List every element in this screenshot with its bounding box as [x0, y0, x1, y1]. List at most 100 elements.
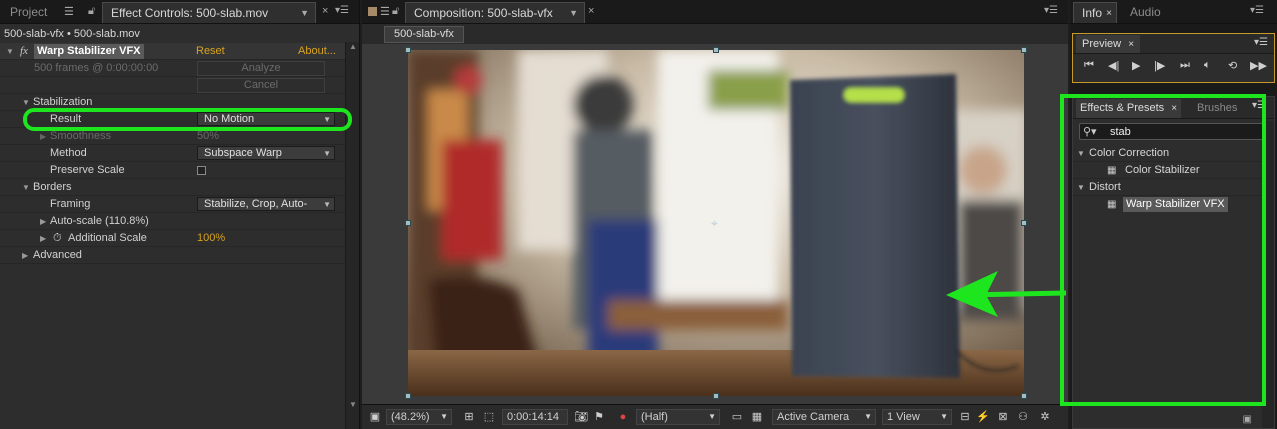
- composition-viewer[interactable]: ⌖: [362, 44, 1068, 404]
- framing-dropdown[interactable]: Stabilize, Crop, Auto- ▼: [197, 197, 335, 211]
- tab-effect-controls[interactable]: Effect Controls: 500-slab.mov ▼: [102, 2, 316, 23]
- collapse-triangle-icon[interactable]: ▼: [6, 43, 14, 60]
- close-icon[interactable]: ×: [1128, 39, 1134, 50]
- method-value: Subspace Warp: [204, 147, 282, 159]
- resolution-value: (Half): [641, 411, 668, 423]
- vertical-scrollbar[interactable]: ▲ ▼: [345, 42, 359, 429]
- about-link[interactable]: About...: [298, 43, 336, 60]
- framing-value: Stabilize, Crop, Auto-: [204, 198, 308, 210]
- transform-handle[interactable]: [405, 393, 411, 399]
- fast-previews-icon[interactable]: ⚡: [976, 410, 990, 424]
- arrow-annotation: [946, 271, 1067, 317]
- exposure-icon[interactable]: ✲: [1038, 410, 1052, 424]
- transform-handle[interactable]: [405, 47, 411, 53]
- ram-preview-icon[interactable]: ▶▶: [1250, 59, 1267, 72]
- scroll-down-icon[interactable]: ▼: [349, 400, 357, 409]
- chevron-down-icon: ▼: [708, 412, 716, 421]
- preserve-scale-label: Preserve Scale: [50, 164, 125, 176]
- current-time-field[interactable]: 0:00:14:14: [502, 409, 568, 425]
- cancel-button[interactable]: Cancel: [197, 78, 325, 93]
- panel-menu-icon[interactable]: ▾☰: [335, 5, 349, 16]
- always-preview-icon[interactable]: ▣: [368, 410, 382, 424]
- preserve-scale-checkbox[interactable]: [197, 166, 206, 175]
- chevron-down-icon: ▼: [864, 412, 872, 421]
- anchor-crosshair-icon[interactable]: ⌖: [711, 216, 718, 231]
- lock-icon[interactable]: 🔓︎: [88, 5, 95, 18]
- audio-icon[interactable]: 🔈︎: [1204, 59, 1211, 72]
- transparency-grid-icon[interactable]: ▦: [750, 410, 764, 424]
- last-frame-icon[interactable]: ⏭: [1180, 59, 1190, 72]
- resolution-dropdown[interactable]: (Half) ▼: [636, 409, 720, 425]
- panel-menu-icon[interactable]: ▾☰: [1254, 37, 1268, 48]
- transform-handle[interactable]: [1021, 220, 1027, 226]
- close-icon[interactable]: ×: [1106, 3, 1112, 24]
- close-icon[interactable]: ×: [322, 5, 328, 17]
- camera-snapshot-icon[interactable]: 📷︎: [574, 410, 588, 424]
- panel-menu-icon[interactable]: ▾☰: [1044, 5, 1058, 16]
- additional-scale-value[interactable]: 100%: [197, 230, 225, 247]
- composition-panel: ☰ 🔓︎ Composition: 500-slab-vfx ▼ × ▾☰ 50…: [362, 0, 1068, 429]
- transform-handle[interactable]: [713, 47, 719, 53]
- mask-visibility-icon[interactable]: ⬚: [482, 410, 496, 424]
- reset-link[interactable]: Reset: [196, 43, 225, 60]
- close-icon[interactable]: ×: [588, 5, 594, 17]
- tab-composition-label: Composition: 500-slab-vfx: [414, 6, 553, 20]
- transform-handle[interactable]: [405, 220, 411, 226]
- expand-triangle-icon[interactable]: ▶: [22, 247, 28, 264]
- zoom-dropdown[interactable]: (48.2%) ▼: [386, 409, 452, 425]
- toggle-pixel-aspect-icon[interactable]: ⊟: [958, 410, 972, 424]
- play-icon[interactable]: ▶: [1132, 59, 1140, 72]
- tab-audio[interactable]: Audio: [1122, 2, 1169, 23]
- panel-menu-icon[interactable]: ▾☰: [1250, 5, 1264, 16]
- panel-menu-icon[interactable]: ☰: [380, 5, 390, 18]
- preserve-scale-row: Preserve Scale: [0, 162, 345, 179]
- fx-badge[interactable]: fx: [20, 43, 28, 60]
- region-of-interest-icon[interactable]: ▭: [730, 410, 744, 424]
- right-panels: Info × Audio ▾☰ Preview × ▾☰ ⏮ ◀︎| ▶ |▶︎…: [1060, 0, 1277, 429]
- previous-frame-icon[interactable]: ◀︎|: [1108, 59, 1119, 72]
- tab-info[interactable]: Info ×: [1073, 2, 1117, 23]
- tab-preview[interactable]: Preview ×: [1076, 35, 1141, 53]
- scroll-up-icon[interactable]: ▲: [349, 42, 357, 51]
- chevron-down-icon: ▼: [323, 149, 331, 158]
- flowchart-icon[interactable]: ⚇: [1016, 410, 1030, 424]
- views-value: 1 View: [887, 411, 920, 423]
- composition-color-swatch: [368, 7, 377, 16]
- transform-handle[interactable]: [713, 393, 719, 399]
- camera-dropdown[interactable]: Active Camera ▼: [772, 409, 876, 425]
- video-frame[interactable]: ⌖: [408, 50, 1024, 396]
- timeline-icon[interactable]: ⊠: [996, 410, 1010, 424]
- info-tab-bar: Info × Audio ▾☰: [1070, 0, 1277, 24]
- show-snapshot-icon[interactable]: ⚑: [592, 410, 606, 424]
- left-tab-bar: Project ☰ 🔓︎ Effect Controls: 500-slab.m…: [0, 0, 359, 24]
- effect-name[interactable]: Warp Stabilizer VFX: [34, 44, 144, 59]
- camera-value: Active Camera: [777, 411, 850, 423]
- panel-menu-icon[interactable]: ☰: [64, 5, 74, 18]
- transform-handle[interactable]: [1021, 393, 1027, 399]
- advanced-group: ▶ Advanced: [0, 247, 345, 264]
- lock-icon[interactable]: 🔓︎: [392, 5, 399, 18]
- channels-icon[interactable]: ●: [616, 410, 630, 424]
- result-highlight-annotation: [23, 108, 352, 131]
- stopwatch-icon[interactable]: ⏱: [53, 230, 62, 247]
- breadcrumb: 500-slab-vfx • 500-slab.mov: [4, 28, 140, 40]
- views-dropdown[interactable]: 1 View ▼: [882, 409, 952, 425]
- first-frame-icon[interactable]: ⏮: [1084, 59, 1094, 72]
- grid-toggle-icon[interactable]: ⊞: [462, 410, 476, 424]
- next-frame-icon[interactable]: |▶︎: [1154, 59, 1165, 72]
- analyze-button[interactable]: Analyze: [197, 61, 325, 76]
- preview-tab-bar: Preview × ▾☰: [1073, 34, 1274, 54]
- tab-dropdown-icon[interactable]: ▼: [300, 3, 309, 24]
- new-folder-icon[interactable]: ▣: [1243, 414, 1252, 425]
- tab-project[interactable]: Project: [2, 2, 55, 23]
- tab-composition[interactable]: Composition: 500-slab-vfx ▼: [405, 2, 585, 23]
- method-row: Method Subspace Warp ▼: [0, 145, 345, 162]
- expand-triangle-icon[interactable]: ▶: [40, 213, 46, 230]
- method-dropdown[interactable]: Subspace Warp ▼: [197, 146, 335, 160]
- expand-triangle-icon[interactable]: ▶: [40, 230, 46, 247]
- tab-dropdown-icon[interactable]: ▼: [569, 3, 578, 24]
- collapse-triangle-icon[interactable]: ▼: [22, 179, 30, 196]
- transform-handle[interactable]: [1021, 47, 1027, 53]
- loop-icon[interactable]: ⟲: [1228, 59, 1237, 72]
- comp-name-tab[interactable]: 500-slab-vfx: [384, 26, 464, 43]
